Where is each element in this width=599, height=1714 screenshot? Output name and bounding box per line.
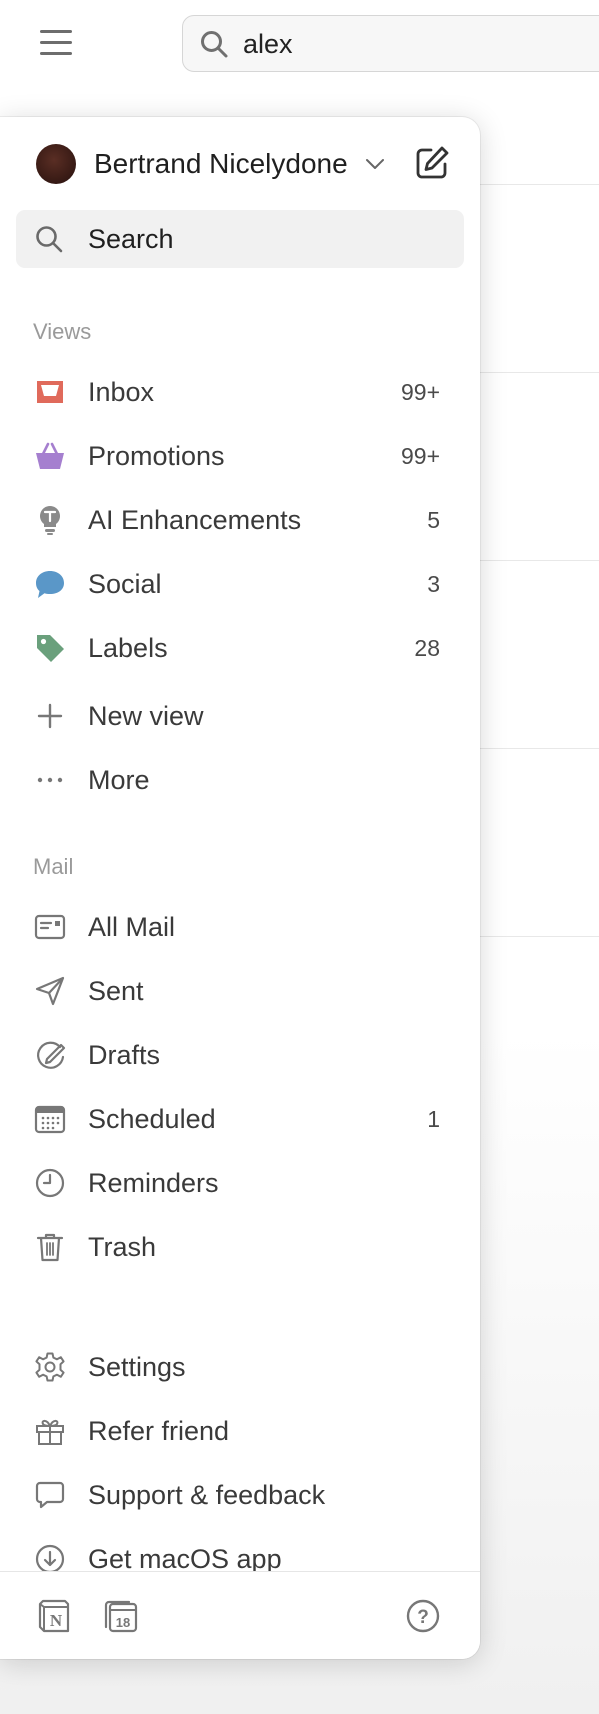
sidebar-item-count: 1	[427, 1106, 440, 1132]
sidebar-item-label: Trash	[88, 1232, 157, 1262]
avatar	[36, 144, 76, 184]
sidebar-item-count: 28	[414, 635, 440, 661]
compose-icon[interactable]	[414, 145, 450, 181]
sidebar-item-all-mail[interactable]: All Mail	[16, 899, 464, 955]
more-label: More	[88, 765, 150, 795]
calendar-18-icon[interactable]: 18	[102, 1598, 138, 1634]
new-view-button[interactable]: New view	[16, 688, 464, 744]
account-name: Bertrand Nicelydone	[94, 148, 348, 179]
sidebar-item-count: 3	[427, 571, 440, 597]
list-item[interactable]	[480, 372, 599, 560]
sidebar-item-count: 99+	[400, 379, 440, 405]
help-icon[interactable]: ?	[405, 1598, 441, 1634]
sidebar-item-label: AI Enhancements	[88, 505, 302, 535]
inbox-icon	[37, 381, 63, 403]
top-bar	[0, 0, 599, 92]
paper-plane-icon	[35, 976, 65, 1006]
new-view-label: New view	[88, 701, 204, 731]
speech-bubble-icon	[35, 1481, 65, 1509]
search-input[interactable]	[243, 26, 599, 62]
lightbulb-icon	[40, 506, 60, 535]
sidebar-item-ai-enhancements[interactable]: AI Enhancements 5	[16, 492, 464, 548]
help-glyph: ?	[417, 1607, 429, 1628]
sidebar-search-label: Search	[88, 224, 174, 254]
clock-icon	[35, 1168, 65, 1198]
account-switcher[interactable]: Bertrand Nicelydone	[36, 143, 386, 185]
refer-friend-button[interactable]: Refer friend	[16, 1403, 464, 1459]
sidebar-item-inbox[interactable]: Inbox 99+	[16, 364, 464, 420]
mail-heading: Mail	[33, 854, 74, 879]
sidebar-item-sent[interactable]: Sent	[16, 963, 464, 1019]
sidebar-item-label: Labels	[88, 633, 168, 663]
basket-icon	[36, 442, 64, 469]
support-feedback-button[interactable]: Support & feedback	[16, 1467, 464, 1523]
more-dots-icon	[37, 777, 63, 783]
sidebar-item-label: Scheduled	[88, 1104, 216, 1134]
sidebar-item-count: 99+	[400, 443, 440, 469]
sidebar-item-label: Support & feedback	[88, 1480, 326, 1510]
sidebar-footer: N 18 ?	[0, 1571, 480, 1659]
sidebar-search[interactable]: Search	[16, 210, 464, 268]
calendar-day: 18	[116, 1615, 130, 1630]
chevron-down-icon	[365, 159, 384, 169]
list-item[interactable]	[480, 748, 599, 936]
sidebar-item-label: All Mail	[88, 912, 176, 942]
sidebar-item-drafts[interactable]: Drafts	[16, 1027, 464, 1083]
settings-button[interactable]: Settings	[16, 1339, 464, 1395]
more-button[interactable]: More	[16, 752, 464, 808]
draft-icon	[37, 1041, 66, 1069]
sidebar-item-label: Inbox	[88, 377, 155, 407]
notion-letter: N	[50, 1611, 63, 1630]
sidebar-item-count: 5	[427, 507, 440, 533]
chat-bubble-icon	[36, 571, 64, 598]
sidebar-item-label: Refer friend	[88, 1416, 230, 1446]
notion-icon[interactable]: N	[36, 1598, 72, 1634]
gift-icon	[36, 1419, 64, 1445]
sidebar-item-scheduled[interactable]: Scheduled 1	[16, 1091, 464, 1147]
sidebar-item-label: Reminders	[88, 1168, 219, 1198]
sidebar-item-trash[interactable]: Trash	[16, 1219, 464, 1275]
tag-icon	[37, 635, 64, 662]
sidebar-item-label: Social	[88, 569, 162, 599]
sidebar-item-reminders[interactable]: Reminders	[16, 1155, 464, 1211]
menu-icon[interactable]	[40, 30, 72, 58]
plus-icon	[37, 703, 63, 729]
trash-icon	[36, 1233, 64, 1262]
sidebar-item-label: Settings	[88, 1352, 186, 1382]
sidebar-item-label: Drafts	[88, 1040, 161, 1070]
search-icon	[201, 31, 228, 58]
sidebar-item-promotions[interactable]: Promotions 99+	[16, 428, 464, 484]
sidebar-item-label: Sent	[88, 976, 144, 1006]
sidebar-item-label: Promotions	[88, 441, 225, 471]
sidebar-panel: Bertrand Nicelydone Search Views Inbox 9…	[0, 117, 480, 1659]
views-heading: Views	[33, 319, 92, 344]
gear-icon	[35, 1352, 65, 1382]
all-mail-icon	[34, 914, 66, 940]
sidebar-item-social[interactable]: Social 3	[16, 556, 464, 612]
sidebar-item-labels[interactable]: Labels 28	[16, 620, 464, 676]
list-item[interactable]	[480, 560, 599, 748]
list-item[interactable]	[480, 184, 599, 372]
calendar-icon	[34, 1105, 66, 1134]
search-bar[interactable]	[182, 15, 599, 72]
search-icon	[36, 226, 63, 253]
